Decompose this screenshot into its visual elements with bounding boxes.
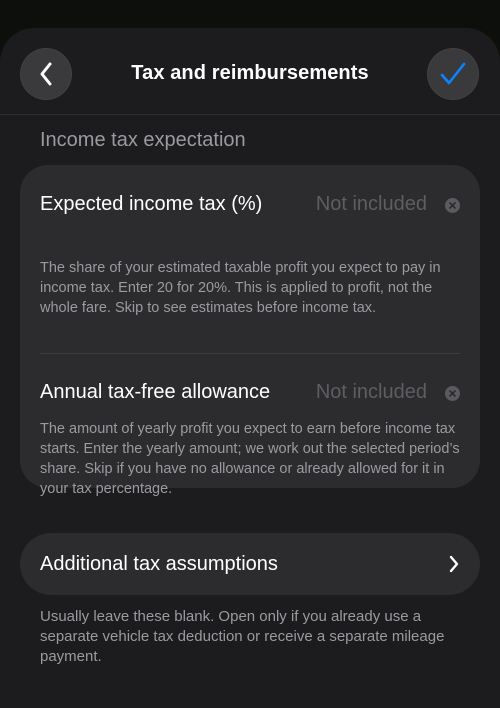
income-tax-card: Expected income tax (%) Not included The… [20, 165, 480, 497]
checkmark-icon [440, 62, 466, 85]
annual-allowance-label: Annual tax-free allowance [40, 381, 271, 403]
back-button[interactable] [20, 48, 72, 100]
expected-income-tax-description: The share of your estimated taxable prof… [40, 260, 441, 316]
expected-income-tax-field[interactable]: Expected income tax (%) Not included [40, 191, 460, 221]
section-title: Income tax expectation [40, 129, 246, 151]
navigation-bar: Tax and reimbursements [0, 28, 500, 114]
page-title: Tax and reimbursements [131, 62, 369, 84]
annual-allowance-field[interactable]: Annual tax-free allowance Not included [40, 379, 460, 409]
expected-income-tax-value[interactable]: Not included [316, 193, 427, 216]
chevron-right-icon [449, 555, 459, 573]
clear-expected-income-tax-button[interactable] [445, 198, 460, 213]
field-divider [40, 353, 460, 354]
clear-annual-allowance-button[interactable] [445, 386, 460, 401]
additional-tax-note: Usually leave these blank. Open only if … [40, 608, 445, 665]
clear-icon [449, 390, 456, 397]
done-button[interactable] [427, 48, 479, 100]
nav-divider [0, 114, 500, 115]
additional-tax-assumptions-button[interactable]: Additional tax assumptions [20, 533, 480, 595]
tax-settings-sheet: Tax and reimbursements Income tax expect… [0, 28, 500, 708]
expected-income-tax-label: Expected income tax (%) [40, 193, 263, 215]
additional-tax-assumptions-label: Additional tax assumptions [40, 553, 278, 575]
annual-allowance-value[interactable]: Not included [316, 381, 427, 404]
chevron-left-icon [40, 62, 52, 86]
clear-icon [449, 202, 456, 209]
annual-allowance-description: The amount of yearly profit you expect t… [40, 421, 460, 497]
